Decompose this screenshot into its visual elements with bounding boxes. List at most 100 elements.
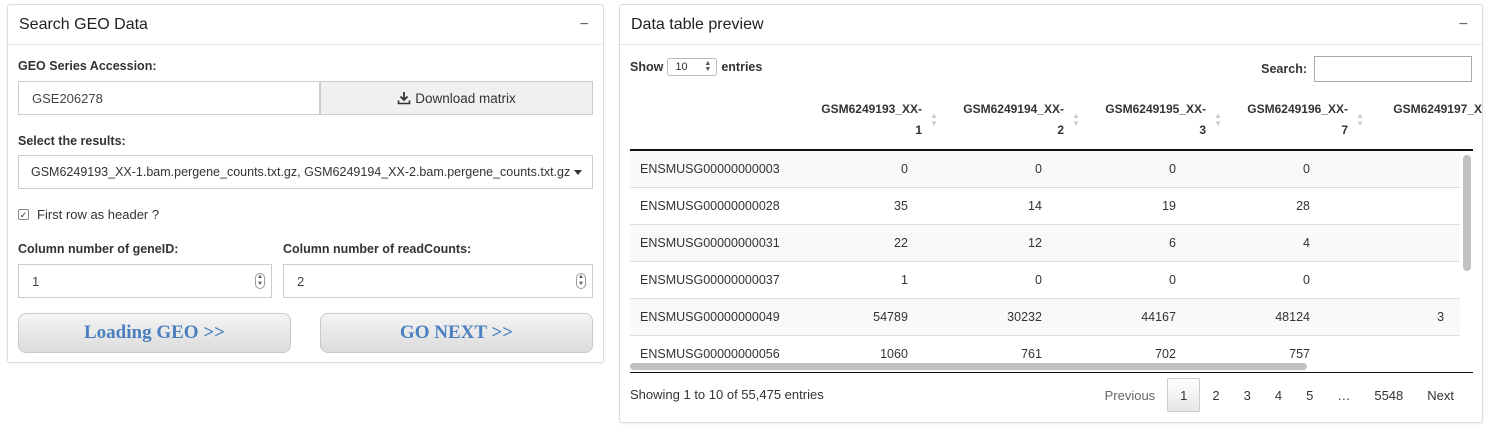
count-cell: 0	[1034, 162, 1042, 176]
column-header-label: GSM6249193_XX-	[821, 102, 922, 116]
search-geo-panel: Search GEO Data − GEO Series Accession: …	[7, 4, 604, 363]
count-cell: 0	[1169, 273, 1176, 287]
collapse-button[interactable]: −	[1459, 16, 1468, 34]
count-cell: 19	[1162, 199, 1176, 213]
panel-title: Search GEO Data	[19, 15, 148, 33]
column-header-label: GSM6249195_XX-	[1105, 102, 1206, 116]
readcounts-input[interactable]: 2 ▲ ▼	[283, 264, 593, 298]
count-cell: 22	[894, 236, 908, 250]
footer-divider	[630, 372, 1473, 373]
gene-id-cell: ENSMUSG00000000056	[640, 347, 780, 361]
sort-icon[interactable]: ▲ ▼	[930, 112, 938, 128]
stepper-icon[interactable]: ▲ ▼	[255, 273, 265, 289]
show-label: Show	[630, 60, 664, 74]
column-header-label: GSM6249194_XX-	[963, 102, 1064, 116]
column-header-suffix: 7	[1341, 123, 1348, 137]
results-select[interactable]: GSM6249193_XX-1.bam.pergene_counts.txt.g…	[18, 155, 593, 189]
column-header-suffix: 8	[1368, 120, 1482, 141]
sort-icon[interactable]: ▲ ▼	[1072, 112, 1080, 128]
collapse-button[interactable]: −	[580, 16, 589, 34]
data-table-panel: Data table preview − Show 10 ▲ ▼ entries …	[619, 4, 1483, 423]
page-length-select[interactable]: 10 ▲ ▼	[667, 58, 718, 76]
count-cell: 6	[1169, 236, 1176, 250]
sort-icon[interactable]: ▲ ▼	[1356, 112, 1364, 128]
panel-header: Search GEO Data −	[8, 5, 603, 45]
table-row[interactable]: ENSMUSG00000000028 35 14 19 28	[630, 188, 1460, 225]
header-checkbox-row[interactable]: ✓ First row as header ?	[18, 207, 159, 222]
column-header[interactable]: GSM6249197_XX8▲▼	[1368, 99, 1483, 149]
caret-down-icon	[574, 170, 582, 175]
sort-icon[interactable]: ▲ ▼	[1214, 112, 1222, 128]
pagination: Previous 1 2 3 4 5 … 5548 Next	[1093, 378, 1466, 412]
count-cell: 4	[1303, 236, 1310, 250]
accession-label: GEO Series Accession:	[18, 59, 157, 73]
count-cell: 44167	[1141, 310, 1176, 324]
go-next-button[interactable]: GO NEXT >>	[320, 313, 593, 353]
column-header-label: GSM6249197_XX	[1393, 102, 1483, 116]
results-selected-value: GSM6249193_XX-1.bam.pergene_counts.txt.g…	[31, 165, 571, 179]
count-cell: 0	[1169, 162, 1176, 176]
readcounts-value: 2	[297, 273, 305, 289]
column-header-label: GSM6249196_XX-	[1247, 102, 1348, 116]
count-cell: 14	[1028, 199, 1042, 213]
count-cell: 28	[1296, 199, 1310, 213]
count-cell: 757	[1289, 347, 1310, 361]
count-cell: 0	[1303, 162, 1310, 176]
count-cell: 48124	[1275, 310, 1310, 324]
table-row[interactable]: ENSMUSG00000000037 1 0 0 0	[630, 262, 1460, 299]
table-row[interactable]: ENSMUSG00000000031 22 12 6 4	[630, 225, 1460, 262]
column-header[interactable]: GSM6249195_XX- 3 ▲ ▼	[1084, 99, 1226, 149]
header-checkbox[interactable]: ✓	[18, 209, 29, 220]
download-label: Download matrix	[415, 90, 516, 106]
column-header-suffix: 1	[915, 123, 922, 137]
column-header[interactable]: GSM6249193_XX- 1 ▲ ▼	[800, 99, 942, 149]
gene-id-cell: ENSMUSG00000000028	[640, 199, 780, 213]
table-row[interactable]: ENSMUSG00000000049 54789 30232 44167 48124 3	[630, 299, 1460, 336]
page-length-value: 10	[675, 61, 688, 73]
geneid-input[interactable]: 1 ▲ ▼	[18, 264, 272, 298]
horizontal-scrollbar[interactable]	[630, 363, 1307, 370]
table-row[interactable]: ENSMUSG00000000056 1060 761 702 757	[630, 336, 1460, 363]
page-button[interactable]: 5548	[1362, 378, 1415, 412]
column-header[interactable]: GSM6249194_XX- 2 ▲ ▼	[942, 99, 1084, 149]
page-button[interactable]: 4	[1263, 378, 1294, 412]
geneid-value: 1	[32, 273, 40, 289]
gene-id-cell: ENSMUSG00000000003	[640, 162, 780, 176]
table-row[interactable]: ENSMUSG00000000003 0 0 0 0	[630, 151, 1460, 188]
geneid-label: Column number of geneID:	[18, 242, 179, 256]
count-cell: 0	[900, 162, 908, 176]
page-button[interactable]: 1	[1167, 378, 1201, 412]
download-matrix-button[interactable]: Download matrix	[320, 81, 593, 115]
column-header[interactable]: GSM6249196_XX- 7 ▲ ▼	[1226, 99, 1368, 149]
page-button[interactable]: 3	[1232, 378, 1263, 412]
page-button[interactable]: 5	[1294, 378, 1325, 412]
previous-button[interactable]: Previous	[1093, 378, 1168, 412]
count-cell: 3	[1437, 310, 1445, 324]
column-header-suffix: 3	[1199, 123, 1206, 137]
count-cell: 54789	[873, 310, 908, 324]
readcounts-label: Column number of readCounts:	[283, 242, 472, 256]
page-length-control: Show 10 ▲ ▼ entries	[630, 58, 762, 76]
gene-id-cell: ENSMUSG00000000031	[640, 236, 780, 250]
accession-input[interactable]: GSE206278	[18, 81, 320, 115]
search-label: Search:	[1261, 62, 1307, 76]
page-button[interactable]: 2	[1200, 378, 1231, 412]
gene-id-cell: ENSMUSG00000000037	[640, 273, 780, 287]
count-cell: 1	[900, 273, 908, 287]
stepper-icon: ▲ ▼	[704, 60, 712, 73]
column-header-suffix: 2	[1057, 123, 1064, 137]
count-cell: 35	[894, 199, 908, 213]
search-input[interactable]	[1314, 56, 1472, 82]
vertical-scrollbar[interactable]	[1462, 151, 1472, 361]
panel-title: Data table preview	[631, 15, 764, 33]
stepper-icon[interactable]: ▲ ▼	[576, 273, 586, 289]
scroll-thumb[interactable]	[1463, 155, 1471, 271]
count-cell: 702	[1155, 347, 1176, 361]
header-checkbox-label: First row as header ?	[37, 207, 160, 222]
results-label: Select the results:	[18, 134, 126, 148]
next-button[interactable]: Next	[1415, 378, 1466, 412]
table-search: Search:	[1261, 56, 1472, 82]
loading-geo-button[interactable]: Loading GEO >>	[18, 313, 291, 353]
count-cell: 0	[1303, 273, 1310, 287]
entries-label: entries	[721, 60, 763, 74]
